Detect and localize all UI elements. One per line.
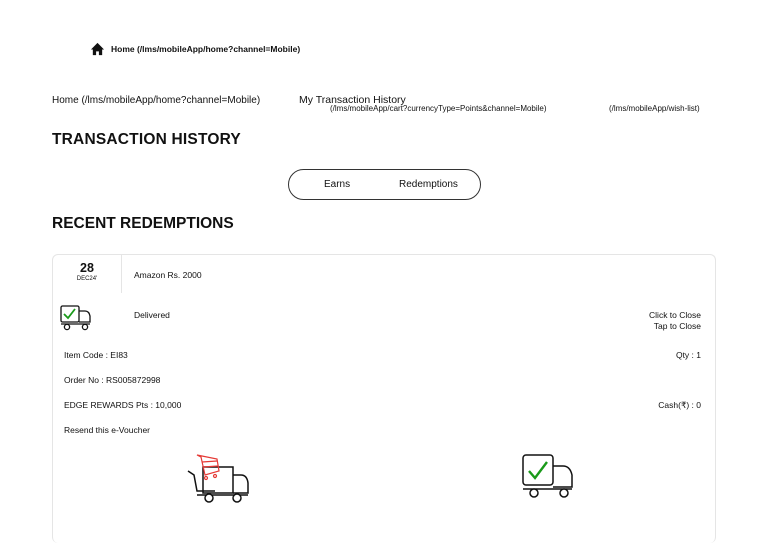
item-code: Item Code : EI83 [64, 350, 128, 360]
top-home-label: Home (/lms/mobileApp/home?channel=Mobile… [111, 44, 301, 54]
resend-voucher-link[interactable]: Resend this e-Voucher [64, 425, 150, 435]
order-number: Order No : RS005872998 [64, 375, 161, 385]
click-to-close-button[interactable]: Click to Close [649, 310, 701, 320]
page-title: TRANSACTION HISTORY [52, 131, 241, 148]
wishlist-link[interactable]: (/lms/mobileApp/wish-list) [609, 104, 700, 113]
tab-redemptions[interactable]: Redemptions [399, 179, 458, 190]
top-home-link[interactable]: Home (/lms/mobileApp/home?channel=Mobile… [90, 42, 300, 56]
redemption-card: 28 DEC24' Amazon Rs. 2000 Delivered Clic… [52, 254, 716, 543]
tap-to-close-button[interactable]: Tap to Close [654, 321, 701, 331]
transaction-type-toggle: Earns Redemptions [288, 169, 481, 200]
date-month: DEC24' [76, 276, 98, 282]
date-box: 28 DEC24' [53, 255, 122, 293]
cart-link[interactable]: (/lms/mobileApp/cart?currencyType=Points… [330, 104, 547, 113]
breadcrumb-home-link[interactable]: Home (/lms/mobileApp/home?channel=Mobile… [52, 95, 260, 106]
home-icon [90, 42, 105, 56]
item-name: Amazon Rs. 2000 [134, 270, 202, 280]
section-title: RECENT REDEMPTIONS [52, 215, 234, 232]
date-day: 28 [80, 261, 94, 275]
delivered-status-truck-icon [522, 454, 573, 498]
tab-earns[interactable]: Earns [324, 179, 350, 190]
status-label: Delivered [134, 310, 170, 320]
points-value: EDGE REWARDS Pts : 10,000 [64, 400, 182, 410]
cash-value: Cash(₹) : 0 [658, 400, 701, 410]
quantity: Qty : 1 [675, 350, 701, 360]
order-placed-truck-icon [187, 454, 249, 503]
delivered-truck-icon [60, 305, 91, 331]
